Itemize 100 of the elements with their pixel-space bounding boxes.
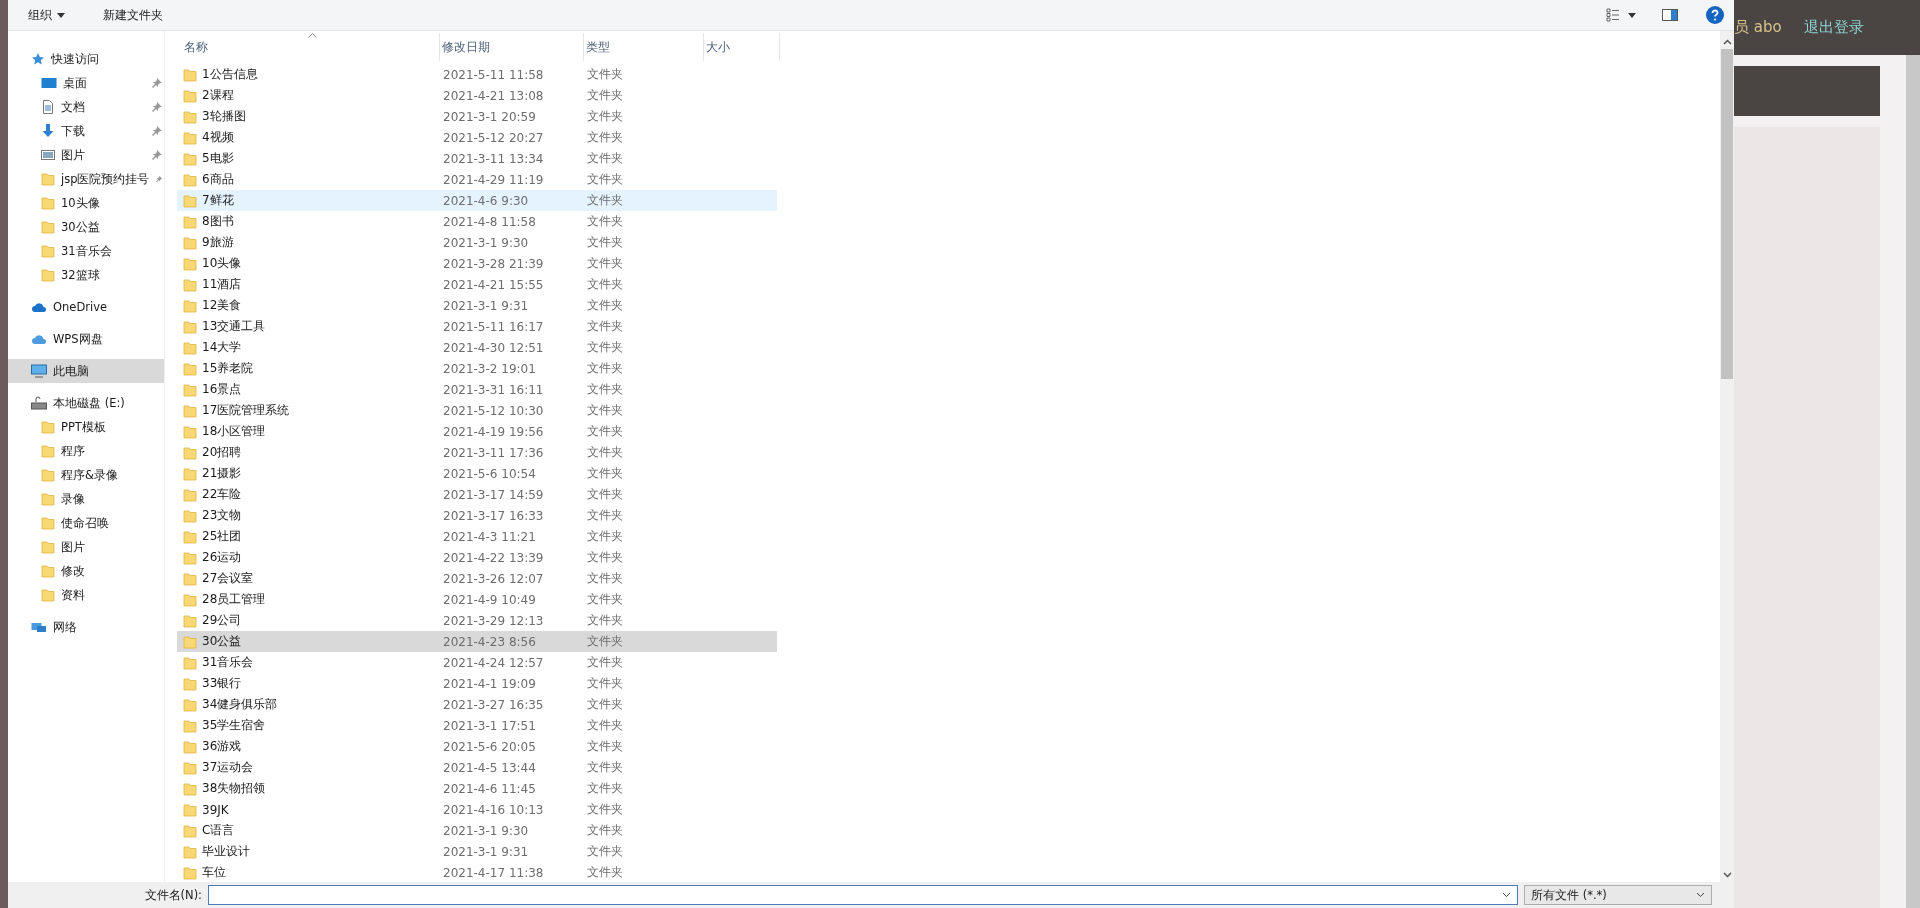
sidebar-item[interactable]: 下载 bbox=[8, 119, 164, 143]
file-row[interactable]: 37运动会 2021-4-5 13:44 文件夹 bbox=[177, 757, 777, 778]
file-row[interactable]: 28员工管理 2021-4-9 10:49 文件夹 bbox=[177, 589, 777, 610]
sidebar-item[interactable]: jsp医院预约挂号 bbox=[8, 167, 164, 191]
file-row[interactable]: 7鲜花 2021-4-6 9:30 文件夹 bbox=[177, 190, 777, 211]
file-row[interactable]: 1公告信息 2021-5-11 11:58 文件夹 bbox=[177, 64, 777, 85]
sidebar-item[interactable]: 资料 bbox=[8, 583, 164, 607]
sidebar-item[interactable]: 32篮球 bbox=[8, 263, 164, 287]
modified-date: 2021-3-17 14:59 bbox=[442, 487, 545, 502]
modified-date: 2021-5-11 16:17 bbox=[442, 319, 545, 334]
preview-pane-icon[interactable] bbox=[1662, 9, 1678, 21]
file-row[interactable]: 33银行 2021-4-1 19:09 文件夹 bbox=[177, 673, 777, 694]
file-row[interactable]: 27会议室 2021-3-26 12:07 文件夹 bbox=[177, 568, 777, 589]
view-options-icon[interactable] bbox=[1606, 8, 1620, 22]
file-type: 文件夹 bbox=[587, 360, 624, 377]
file-row[interactable]: 13交通工具 2021-5-11 16:17 文件夹 bbox=[177, 316, 777, 337]
sidebar-item[interactable]: 图片 bbox=[8, 535, 164, 559]
sidebar-item[interactable]: 程序 bbox=[8, 439, 164, 463]
column-header[interactable]: 修改日期 bbox=[440, 33, 584, 61]
file-type-dropdown[interactable]: 所有文件 (*.*) bbox=[1524, 885, 1712, 905]
sidebar-item[interactable]: 程序&录像 bbox=[8, 463, 164, 487]
sidebar-item[interactable]: 网络 bbox=[8, 615, 164, 639]
file-row[interactable]: 2课程 2021-4-21 13:08 文件夹 bbox=[177, 85, 777, 106]
file-row[interactable]: 6商品 2021-4-29 11:19 文件夹 bbox=[177, 169, 777, 190]
organize-button[interactable]: 组织 bbox=[22, 3, 71, 27]
folder-icon bbox=[41, 492, 55, 506]
sidebar-item[interactable]: 本地磁盘 (E:) bbox=[8, 391, 164, 415]
sidebar-item[interactable]: 10头像 bbox=[8, 191, 164, 215]
file-type: 文件夹 bbox=[587, 255, 624, 272]
sidebar-item[interactable]: 桌面 bbox=[8, 71, 164, 95]
caret-icon[interactable] bbox=[1628, 12, 1636, 18]
file-row[interactable]: 25社团 2021-4-3 11:21 文件夹 bbox=[177, 526, 777, 547]
file-row[interactable]: C语言 2021-3-1 9:30 文件夹 bbox=[177, 820, 777, 841]
file-name: 17医院管理系统 bbox=[202, 402, 290, 419]
sidebar-item[interactable]: OneDrive bbox=[8, 295, 164, 319]
folder-icon bbox=[183, 781, 197, 796]
sidebar-item[interactable]: 文档 bbox=[8, 95, 164, 119]
file-row[interactable]: 21摄影 2021-5-6 10:54 文件夹 bbox=[177, 463, 777, 484]
column-header[interactable]: 大小 bbox=[704, 33, 780, 61]
sidebar-item[interactable]: PPT模板 bbox=[8, 415, 164, 439]
file-type: 文件夹 bbox=[587, 738, 624, 755]
modified-date: 2021-5-12 20:27 bbox=[442, 130, 545, 145]
file-row[interactable]: 车位 2021-4-17 11:38 文件夹 bbox=[177, 862, 777, 883]
file-row[interactable]: 11酒店 2021-4-21 15:55 文件夹 bbox=[177, 274, 777, 295]
file-row[interactable]: 38失物招领 2021-4-6 11:45 文件夹 bbox=[177, 778, 777, 799]
logout-link[interactable]: 退出登录 bbox=[1803, 18, 1864, 37]
file-row[interactable]: 3轮播图 2021-3-1 20:59 文件夹 bbox=[177, 106, 777, 127]
file-row[interactable]: 39JK 2021-4-16 10:13 文件夹 bbox=[177, 799, 777, 820]
sidebar-item[interactable]: 快速访问 bbox=[8, 47, 164, 71]
sidebar-item[interactable]: 使命召唤 bbox=[8, 511, 164, 535]
file-row[interactable]: 4视频 2021-5-12 20:27 文件夹 bbox=[177, 127, 777, 148]
scroll-up-icon[interactable] bbox=[1722, 39, 1732, 45]
help-icon[interactable] bbox=[1706, 6, 1724, 24]
modified-date: 2021-3-11 13:34 bbox=[442, 151, 545, 166]
sidebar-item[interactable]: 修改 bbox=[8, 559, 164, 583]
folder-icon bbox=[41, 540, 55, 554]
file-row[interactable]: 5电影 2021-3-11 13:34 文件夹 bbox=[177, 148, 777, 169]
file-row[interactable]: 29公司 2021-3-29 12:13 文件夹 bbox=[177, 610, 777, 631]
file-row[interactable]: 12美食 2021-3-1 9:31 文件夹 bbox=[177, 295, 777, 316]
modified-date: 2021-4-21 13:08 bbox=[442, 88, 545, 103]
file-row[interactable]: 9旅游 2021-3-1 9:30 文件夹 bbox=[177, 232, 777, 253]
sidebar-item[interactable]: WPS网盘 bbox=[8, 327, 164, 351]
file-row[interactable]: 10头像 2021-3-28 21:39 文件夹 bbox=[177, 253, 777, 274]
file-row[interactable]: 26运动 2021-4-22 13:39 文件夹 bbox=[177, 547, 777, 568]
file-row[interactable]: 毕业设计 2021-3-1 9:31 文件夹 bbox=[177, 841, 777, 862]
file-row[interactable]: 8图书 2021-4-8 11:58 文件夹 bbox=[177, 211, 777, 232]
sort-chevron-icon bbox=[308, 33, 317, 38]
caret-icon bbox=[57, 12, 65, 18]
file-row[interactable]: 36游戏 2021-5-6 20:05 文件夹 bbox=[177, 736, 777, 757]
sidebar-item[interactable]: 31音乐会 bbox=[8, 239, 164, 263]
folder-icon bbox=[183, 256, 197, 271]
modified-date: 2021-4-30 12:51 bbox=[442, 340, 545, 355]
file-row[interactable]: 18小区管理 2021-4-19 19:56 文件夹 bbox=[177, 421, 777, 442]
sidebar-item[interactable]: 30公益 bbox=[8, 215, 164, 239]
file-row[interactable]: 14大学 2021-4-30 12:51 文件夹 bbox=[177, 337, 777, 358]
scrollbar[interactable] bbox=[1720, 31, 1734, 882]
file-row[interactable]: 17医院管理系统 2021-5-12 10:30 文件夹 bbox=[177, 400, 777, 421]
file-row[interactable]: 35学生宿舍 2021-3-1 17:51 文件夹 bbox=[177, 715, 777, 736]
pictures-icon bbox=[41, 148, 55, 162]
sidebar-item[interactable]: 录像 bbox=[8, 487, 164, 511]
sidebar-item[interactable]: 图片 bbox=[8, 143, 164, 167]
scroll-down-icon[interactable] bbox=[1722, 872, 1732, 878]
filename-field[interactable] bbox=[208, 885, 1518, 905]
new-folder-button[interactable]: 新建文件夹 bbox=[97, 3, 169, 27]
file-type: 文件夹 bbox=[587, 864, 624, 881]
file-row[interactable]: 22车险 2021-3-17 14:59 文件夹 bbox=[177, 484, 777, 505]
file-row[interactable]: 34健身俱乐部 2021-3-27 16:35 文件夹 bbox=[177, 694, 777, 715]
file-row[interactable]: 23文物 2021-3-17 16:33 文件夹 bbox=[177, 505, 777, 526]
file-row[interactable]: 31音乐会 2021-4-24 12:57 文件夹 bbox=[177, 652, 777, 673]
file-row[interactable]: 16景点 2021-3-31 16:11 文件夹 bbox=[177, 379, 777, 400]
file-row[interactable]: 20招聘 2021-3-11 17:36 文件夹 bbox=[177, 442, 777, 463]
column-header[interactable]: 类型 bbox=[584, 33, 704, 61]
modified-date: 2021-4-3 11:21 bbox=[442, 529, 537, 544]
file-row[interactable]: 15养老院 2021-3-2 19:01 文件夹 bbox=[177, 358, 777, 379]
folder-icon bbox=[41, 172, 55, 186]
column-header[interactable]: 名称 bbox=[182, 33, 440, 61]
file-name: 11酒店 bbox=[202, 276, 242, 293]
file-name: 21摄影 bbox=[202, 465, 242, 482]
file-row[interactable]: 30公益 2021-4-23 8:56 文件夹 bbox=[177, 631, 777, 652]
sidebar-item[interactable]: 此电脑 bbox=[8, 359, 164, 383]
